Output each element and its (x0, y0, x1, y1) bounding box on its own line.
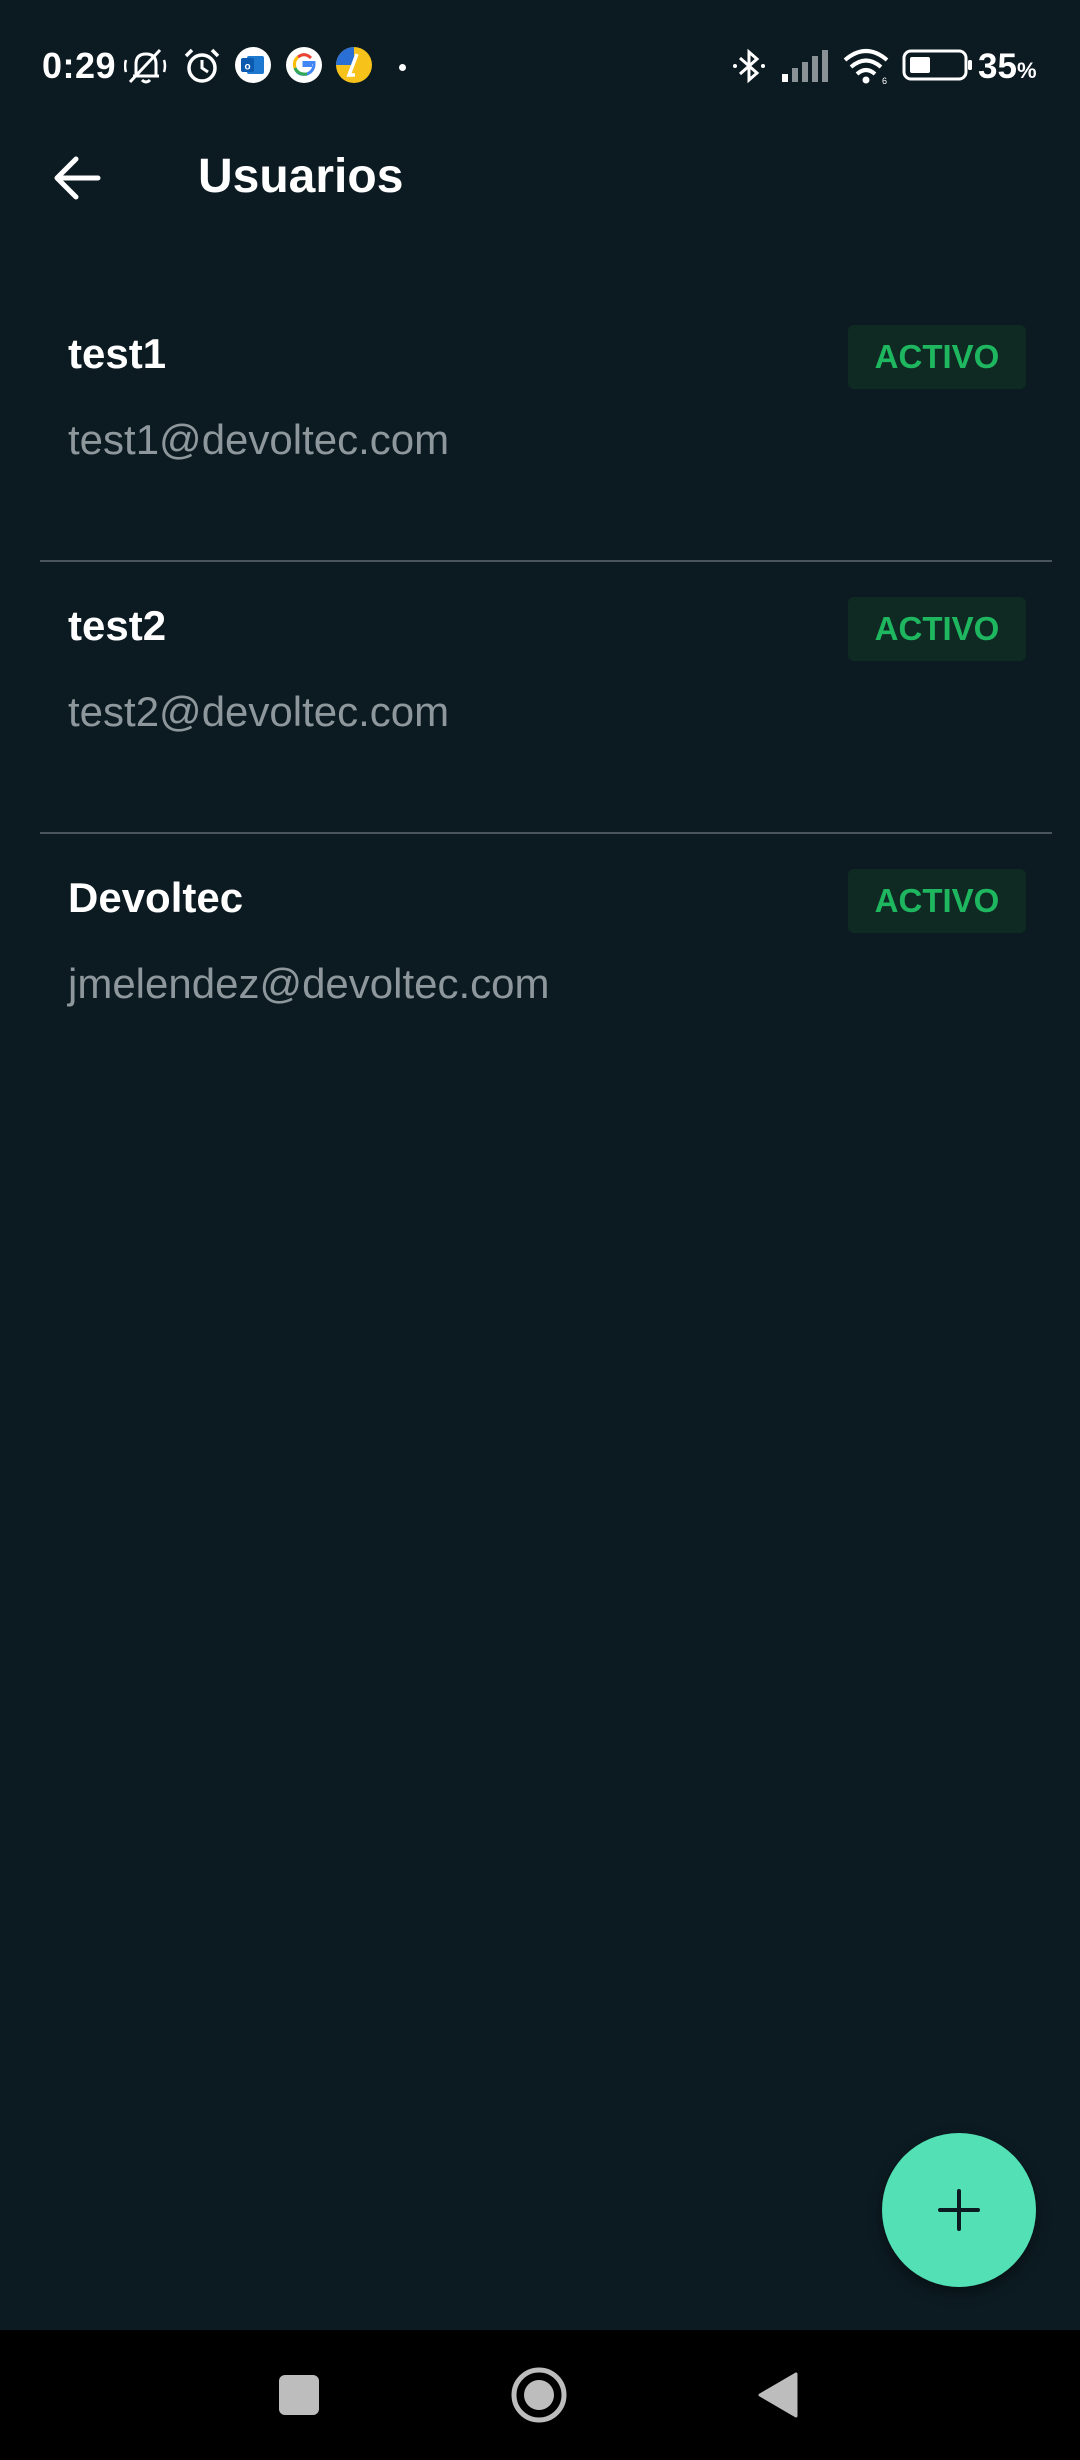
user-list: test1 test1@devoltec.com ACTIVO test2 te… (40, 290, 1052, 1106)
add-user-button[interactable] (882, 2133, 1036, 2287)
status-badge: ACTIVO (848, 869, 1026, 933)
recents-button[interactable] (239, 2330, 359, 2460)
app-bar: Usuarios (0, 135, 1080, 275)
silent-bell-icon (123, 46, 167, 84)
user-email: test1@devoltec.com (68, 416, 450, 463)
notification-dot (399, 64, 406, 71)
svg-text:o: o (244, 62, 250, 73)
home-button[interactable] (479, 2330, 599, 2460)
page-title: Usuarios (198, 150, 404, 203)
system-back-button[interactable] (718, 2330, 838, 2460)
back-triangle-icon (758, 2372, 798, 2418)
google-icon (285, 46, 323, 84)
user-name: Devoltec (68, 874, 244, 921)
status-badge: ACTIVO (848, 325, 1026, 389)
status-bar: 0:29 o 6 35% (0, 0, 1080, 135)
arrow-left-icon (54, 156, 101, 199)
list-item[interactable]: test2 test2@devoltec.com ACTIVO (40, 562, 1052, 834)
user-name: test2 (68, 602, 167, 649)
app-icon (335, 46, 373, 84)
user-email: jmelendez@devoltec.com (68, 960, 550, 1007)
wifi-icon: 6 (842, 46, 890, 86)
home-circle-icon (511, 2367, 567, 2423)
status-badge: ACTIVO (848, 597, 1026, 661)
signal-icon (780, 46, 830, 84)
plus-icon (938, 2189, 980, 2231)
outlook-icon: o (234, 46, 272, 84)
user-email: test2@devoltec.com (68, 688, 450, 735)
battery-percentage: 35% (978, 47, 1037, 86)
alarm-icon (182, 46, 220, 84)
list-item[interactable]: test1 test1@devoltec.com ACTIVO (40, 290, 1052, 562)
back-button[interactable] (42, 135, 112, 220)
navigation-bar (0, 2330, 1080, 2460)
list-item[interactable]: Devoltec jmelendez@devoltec.com ACTIVO (40, 834, 1052, 1106)
recents-square-icon (279, 2375, 319, 2415)
svg-text:6: 6 (882, 76, 887, 86)
bluetooth-icon (730, 46, 768, 84)
battery-icon (902, 46, 974, 84)
screen: 0:29 o 6 35% Usuarios test1 test1@devolt… (0, 0, 1080, 2460)
status-time: 0:29 (42, 45, 117, 86)
user-name: test1 (68, 330, 167, 377)
